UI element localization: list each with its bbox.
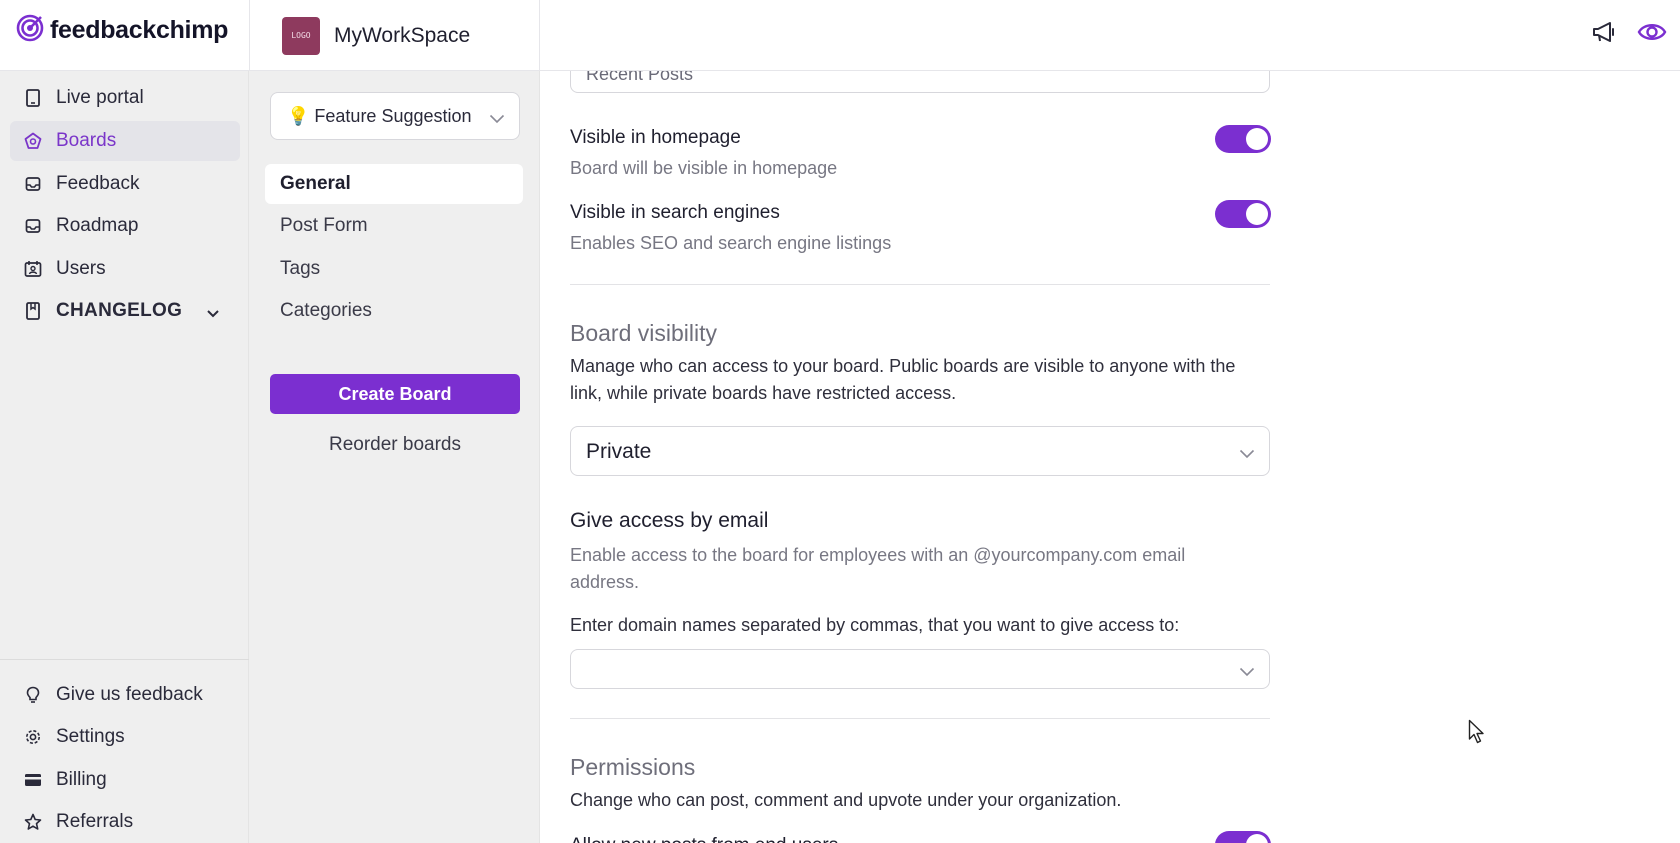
sidebar-item-users[interactable]: Users: [10, 249, 240, 289]
workspace-logo: LOGO: [282, 16, 320, 55]
users-calendar-icon: [24, 260, 42, 278]
visible-homepage-toggle[interactable]: [1215, 125, 1271, 153]
sidebar-item-label: Users: [56, 258, 106, 279]
sidebar-item-label: Roadmap: [56, 215, 139, 236]
inbox-icon: [24, 217, 42, 235]
sidebar-item-settings[interactable]: Settings: [10, 717, 240, 757]
permissions-title: Permissions: [570, 754, 696, 780]
email-access-desc: Enable access to the board for employees…: [570, 545, 1186, 592]
gear-icon: [24, 728, 42, 746]
section-divider: [570, 284, 1270, 285]
workspace-switcher[interactable]: LOGO MyWorkSpace: [249, 0, 540, 71]
boards-panel: 💡 Feature Suggestion General Post Form T…: [249, 71, 540, 843]
eye-icon[interactable]: [1636, 16, 1668, 48]
allow-new-posts-title: Allow new posts from end users: [570, 835, 838, 843]
board-select-value: 💡 Feature Suggestion: [287, 105, 472, 126]
sidebar-item-label: Live portal: [56, 87, 144, 108]
board-select[interactable]: 💡 Feature Suggestion: [270, 92, 520, 140]
default-view-select[interactable]: Recent Posts: [570, 71, 1270, 93]
tab-categories[interactable]: Categories: [265, 291, 523, 331]
chevron-down-icon: [1239, 446, 1255, 464]
chevron-down-icon: [489, 108, 505, 129]
visible-search-toggle[interactable]: [1215, 200, 1271, 228]
app-root: feedbackchimp LOGO MyWorkSpace Live port…: [0, 0, 1680, 843]
top-bar: feedbackchimp LOGO MyWorkSpace: [0, 0, 1680, 71]
tab-tags[interactable]: Tags: [265, 249, 523, 289]
sidebar-item-label: Settings: [56, 726, 125, 747]
tab-label: General: [280, 173, 351, 194]
create-board-button[interactable]: Create Board: [270, 374, 520, 414]
visible-homepage-desc: Board will be visible in homepage: [570, 158, 838, 178]
sidebar-item-label: Boards: [56, 130, 117, 151]
board-settings-content: Recent Posts Visible in homepage Board w…: [540, 71, 1680, 843]
tab-general[interactable]: General: [265, 164, 523, 204]
sidebar-item-label: Feedback: [56, 173, 140, 194]
domain-input[interactable]: [570, 649, 1270, 689]
mouse-cursor-icon: [1468, 719, 1486, 750]
sidebar-item-feedback[interactable]: Feedback: [10, 164, 240, 204]
megaphone-icon[interactable]: [1588, 16, 1620, 48]
sidebar-item-roadmap[interactable]: Roadmap: [10, 206, 240, 246]
chevron-down-icon: [1239, 664, 1255, 682]
reorder-boards-link[interactable]: Reorder boards: [270, 434, 520, 456]
board-visibility-value: Private: [586, 440, 652, 463]
target-logo-icon: [16, 14, 44, 47]
inbox-icon: [24, 175, 42, 193]
sidebar-item-label: Referrals: [56, 811, 134, 832]
tab-label: Tags: [280, 258, 321, 279]
star-icon: [24, 813, 42, 831]
boards-icon: [24, 132, 42, 150]
board-visibility-desc: Manage who can access to your board. Pub…: [570, 356, 1236, 403]
allow-new-posts-toggle[interactable]: [1215, 831, 1271, 843]
sidebar: Live portal Boards Feedback Roadmap User…: [0, 71, 249, 843]
visible-homepage-title: Visible in homepage: [570, 127, 741, 148]
credit-card-icon: [24, 771, 42, 789]
chevron-down-icon[interactable]: [206, 303, 220, 325]
sidebar-item-boards[interactable]: Boards: [10, 121, 240, 161]
visible-search-desc: Enables SEO and search engine listings: [570, 233, 892, 253]
brand-logo[interactable]: feedbackchimp: [16, 14, 228, 47]
sidebar-item-billing[interactable]: Billing: [10, 760, 240, 800]
tab-post-form[interactable]: Post Form: [265, 206, 523, 246]
sidebar-item-label: Billing: [56, 769, 107, 790]
default-view-value: Recent Posts: [586, 71, 694, 84]
sidebar-item-referrals[interactable]: Referrals: [10, 802, 240, 842]
sidebar-item-changelog[interactable]: CHANGELOG: [10, 291, 240, 331]
domain-input-label: Enter domain names separated by commas, …: [570, 615, 1180, 635]
email-access-title: Give access by email: [570, 509, 769, 532]
sidebar-divider: [0, 659, 249, 660]
board-visibility-select[interactable]: Private: [570, 426, 1270, 476]
visible-search-title: Visible in search engines: [570, 202, 780, 223]
board-visibility-title: Board visibility: [570, 320, 717, 346]
tab-label: Categories: [280, 300, 372, 321]
tab-label: Post Form: [280, 215, 368, 236]
sidebar-item-live-portal[interactable]: Live portal: [10, 78, 240, 118]
permissions-desc: Change who can post, comment and upvote …: [570, 790, 1122, 810]
sidebar-item-give-feedback[interactable]: Give us feedback: [10, 675, 240, 715]
lightbulb-icon: [24, 686, 42, 704]
sidebar-item-label: Give us feedback: [56, 684, 203, 705]
tablet-icon: [24, 89, 42, 107]
section-divider: [570, 718, 1270, 719]
bookmark-icon: [24, 302, 42, 320]
sidebar-item-label: CHANGELOG: [56, 300, 183, 321]
brand-name: feedbackchimp: [50, 16, 229, 44]
workspace-name: MyWorkSpace: [334, 23, 471, 47]
